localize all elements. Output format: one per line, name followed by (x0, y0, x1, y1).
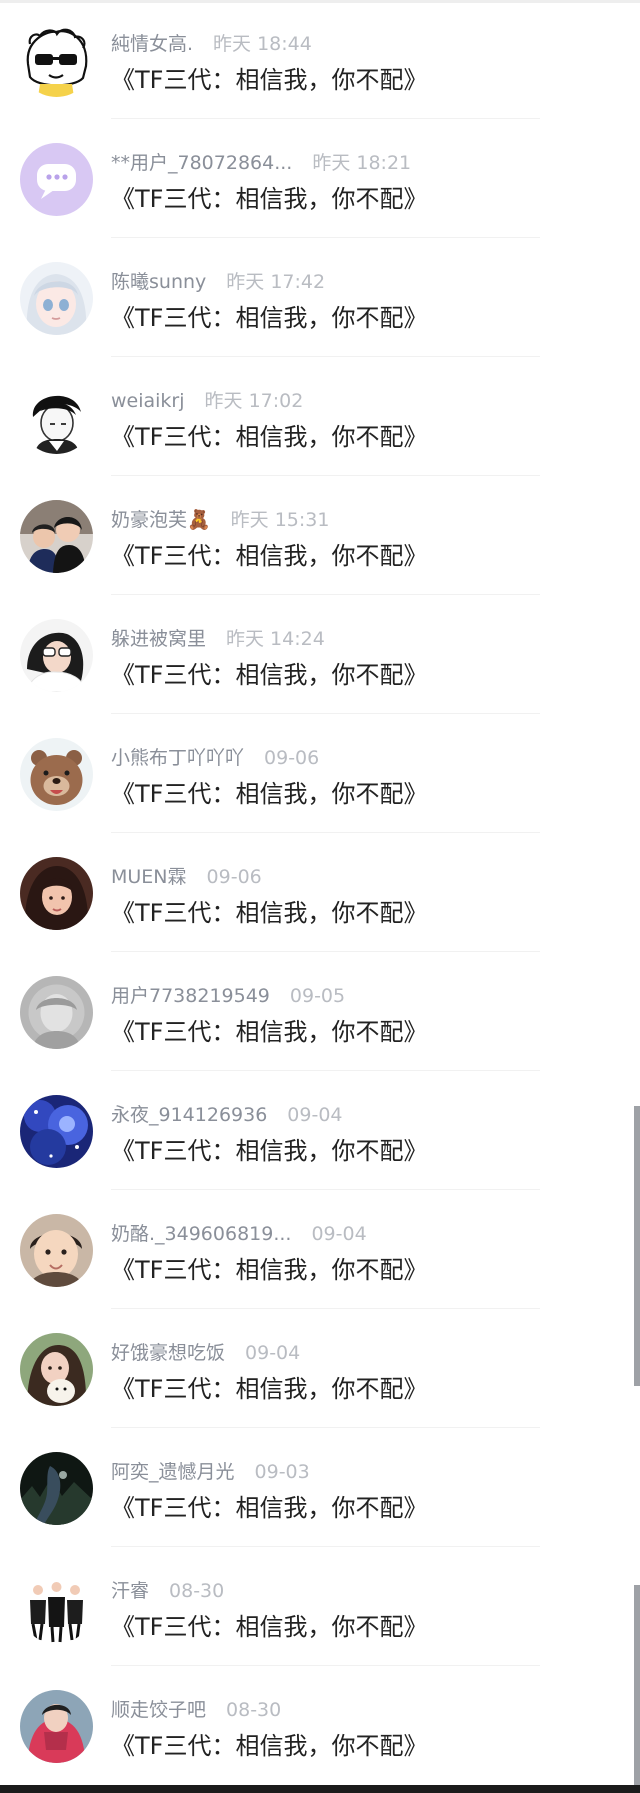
red-hoodie-avatar-icon[interactable] (20, 1690, 93, 1763)
comment-meta: 顺走饺子吧 08-30 (111, 1697, 281, 1723)
comment-time: 09-06 (206, 866, 262, 888)
comment-meta: 奶酪._349606819... 09-04 (111, 1221, 367, 1247)
comment-time: 09-04 (245, 1342, 301, 1364)
comment-text[interactable]: 《TF三代：相信我，你不配》 (111, 183, 427, 215)
comment-meta: 純情女高. 昨天 18:44 (111, 31, 312, 57)
comment-row[interactable]: 陈曦sunny 昨天 17:42 《TF三代：相信我，你不配》 (0, 238, 640, 357)
username[interactable]: weiaikrj (111, 390, 185, 412)
username[interactable]: **用户_78072864... (111, 152, 292, 174)
comment-meta: 陈曦sunny 昨天 17:42 (111, 269, 325, 295)
username[interactable]: 小熊布丁吖吖吖 (111, 747, 244, 769)
comment-time: 09-04 (311, 1223, 367, 1245)
comment-row[interactable]: 純情女高. 昨天 18:44 《TF三代：相信我，你不配》 (0, 0, 640, 119)
comment-time: 昨天 17:42 (226, 271, 326, 293)
comment-row[interactable]: 奶豪泡芙🧸 昨天 15:31 《TF三代：相信我，你不配》 (0, 476, 640, 595)
comment-meta: 好饿豪想吃饭 09-04 (111, 1340, 300, 1366)
comment-time: 08-30 (226, 1699, 282, 1721)
brown-bear-avatar-icon[interactable] (20, 738, 93, 811)
comment-time: 09-06 (264, 747, 320, 769)
comment-row[interactable]: 用户7738219549 09-05 《TF三代：相信我，你不配》 (0, 952, 640, 1071)
comment-time: 昨天 17:02 (204, 390, 304, 412)
comment-time: 昨天 18:21 (312, 152, 412, 174)
username[interactable]: 顺走饺子吧 (111, 1699, 206, 1721)
comment-meta: 阿奕_遗憾月光 09-03 (111, 1459, 310, 1485)
comment-row[interactable]: 阿奕_遗憾月光 09-03 《TF三代：相信我，你不配》 (0, 1428, 640, 1547)
comment-row[interactable]: **用户_78072864... 昨天 18:21 《TF三代：相信我，你不配》 (0, 119, 640, 238)
comment-row[interactable]: 小熊布丁吖吖吖 09-06 《TF三代：相信我，你不配》 (0, 714, 640, 833)
sketch-boy-avatar-icon[interactable] (20, 381, 93, 454)
photo-girl-avatar-icon[interactable] (20, 619, 93, 692)
username[interactable]: MUEN霖 (111, 866, 187, 888)
comment-meta: weiaikrj 昨天 17:02 (111, 388, 303, 414)
comment-meta: 奶豪泡芙🧸 昨天 15:31 (111, 507, 329, 533)
comment-row[interactable]: 永夜_914126936 09-04 《TF三代：相信我，你不配》 (0, 1071, 640, 1190)
username[interactable]: 奶酪._349606819... (111, 1223, 291, 1245)
photo-friends-avatar-icon[interactable] (20, 500, 93, 573)
username[interactable]: 阿奕_遗憾月光 (111, 1461, 235, 1483)
comment-meta: 永夜_914126936 09-04 (111, 1102, 343, 1128)
comment-meta: 汗睿 08-30 (111, 1578, 224, 1604)
three-boys-avatar-icon[interactable] (20, 1571, 93, 1644)
comment-time: 09-03 (254, 1461, 310, 1483)
scrollbar-thumb-secondary[interactable] (634, 1585, 640, 1785)
comment-meta: 小熊布丁吖吖吖 09-06 (111, 745, 319, 771)
comment-time: 08-30 (169, 1580, 225, 1602)
username[interactable]: 好饿豪想吃饭 (111, 1342, 225, 1364)
comment-row[interactable]: 躲进被窝里 昨天 14:24 《TF三代：相信我，你不配》 (0, 595, 640, 714)
comment-text[interactable]: 《TF三代：相信我，你不配》 (111, 421, 427, 453)
comment-meta: MUEN霖 09-06 (111, 864, 262, 890)
comment-meta: 用户7738219549 09-05 (111, 983, 345, 1009)
comment-text[interactable]: 《TF三代：相信我，你不配》 (111, 64, 427, 96)
username[interactable]: 陈曦sunny (111, 271, 206, 293)
girl-dog-avatar-icon[interactable] (20, 1333, 93, 1406)
comment-text[interactable]: 《TF三代：相信我，你不配》 (111, 1611, 427, 1643)
comment-text[interactable]: 《TF三代：相信我，你不配》 (111, 1254, 427, 1286)
purple-chat-avatar-icon[interactable] (20, 143, 93, 216)
comment-time: 昨天 14:24 (226, 628, 325, 650)
comment-time: 09-05 (289, 985, 346, 1007)
comment-meta: **用户_78072864... 昨天 18:21 (111, 150, 411, 176)
username[interactable]: 汗睿 (111, 1580, 149, 1602)
comment-text[interactable]: 《TF三代：相信我，你不配》 (111, 1492, 427, 1524)
comment-meta: 躲进被窝里 昨天 14:24 (111, 626, 325, 652)
username[interactable]: 躲进被窝里 (111, 628, 206, 650)
comment-row[interactable]: weiaikrj 昨天 17:02 《TF三代：相信我，你不配》 (0, 357, 640, 476)
cartoon-sunglasses-avatar-icon[interactable] (20, 24, 93, 97)
dark-forest-avatar-icon[interactable] (20, 1452, 93, 1525)
comment-text[interactable]: 《TF三代：相信我，你不配》 (111, 659, 427, 691)
username[interactable]: 永夜_914126936 (111, 1104, 267, 1126)
comment-row[interactable]: 好饿豪想吃饭 09-04 《TF三代：相信我，你不配》 (0, 1309, 640, 1428)
comment-row[interactable]: 顺走饺子吧 08-30 《TF三代：相信我，你不配》 (0, 1666, 640, 1785)
comment-text[interactable]: 《TF三代：相信我，你不配》 (111, 540, 427, 572)
gray-default-avatar-icon[interactable] (20, 976, 93, 1049)
comment-text[interactable]: 《TF三代：相信我，你不配》 (111, 1730, 427, 1762)
comment-row[interactable]: 汗睿 08-30 《TF三代：相信我，你不配》 (0, 1547, 640, 1666)
comment-text[interactable]: 《TF三代：相信我，你不配》 (111, 897, 427, 929)
comment-text[interactable]: 《TF三代：相信我，你不配》 (111, 1135, 427, 1167)
username[interactable]: 純情女高. (111, 33, 193, 55)
anime-girl-avatar-icon[interactable] (20, 262, 93, 335)
comment-row[interactable]: 奶酪._349606819... 09-04 《TF三代：相信我，你不配》 (0, 1190, 640, 1309)
portrait-girl-avatar-icon[interactable] (20, 857, 93, 930)
blue-galaxy-avatar-icon[interactable] (20, 1095, 93, 1168)
comment-row[interactable]: MUEN霖 09-06 《TF三代：相信我，你不配》 (0, 833, 640, 952)
comment-text[interactable]: 《TF三代：相信我，你不配》 (111, 778, 427, 810)
comment-time: 09-04 (287, 1104, 343, 1126)
comment-time: 昨天 18:44 (213, 33, 312, 55)
baby-avatar-icon[interactable] (20, 1214, 93, 1287)
username[interactable]: 奶豪泡芙🧸 (111, 509, 211, 531)
username[interactable]: 用户7738219549 (111, 985, 270, 1007)
comment-text[interactable]: 《TF三代：相信我，你不配》 (111, 302, 427, 334)
comment-text[interactable]: 《TF三代：相信我，你不配》 (111, 1373, 427, 1405)
scrollbar-thumb[interactable] (634, 1106, 640, 1386)
bottom-edge-bar (0, 1785, 640, 1793)
comment-time: 昨天 15:31 (230, 509, 330, 531)
comment-text[interactable]: 《TF三代：相信我，你不配》 (111, 1016, 427, 1048)
